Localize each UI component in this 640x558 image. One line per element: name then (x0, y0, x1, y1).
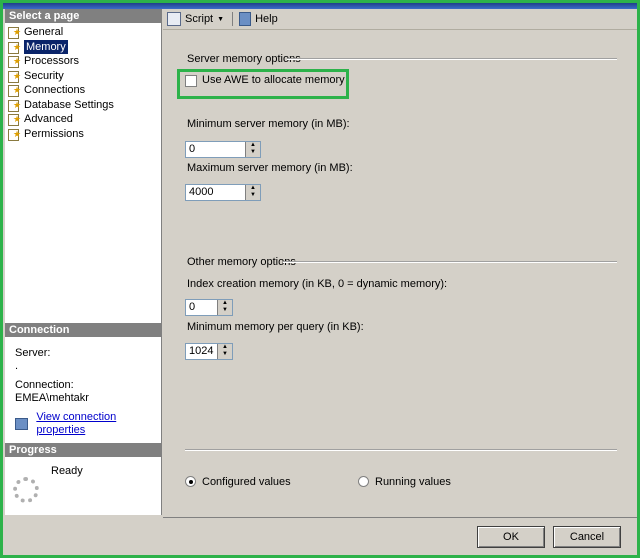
query-memory-spinner[interactable]: 1024 ▲ ▼ (185, 343, 233, 360)
spin-down-icon[interactable]: ▼ (246, 149, 260, 156)
page-icon: ★ (7, 113, 21, 127)
page-item-advanced[interactable]: ★ Advanced (7, 112, 161, 127)
index-memory-spinner[interactable]: 0 ▲ ▼ (185, 299, 233, 316)
spin-down-icon[interactable]: ▼ (218, 351, 232, 358)
index-memory-label: Index creation memory (in KB, 0 = dynami… (187, 278, 448, 290)
progress-header: Progress (5, 443, 161, 457)
page-item-security[interactable]: ★ Security (7, 69, 161, 84)
server-label: Server: (15, 347, 51, 359)
min-memory-label: Minimum server memory (in MB): (187, 118, 350, 130)
spin-up-icon[interactable]: ▲ (246, 142, 260, 149)
help-icon (239, 12, 252, 26)
server-memory-group-label: Server memory options (187, 53, 301, 65)
max-memory-label: Maximum server memory (in MB): (187, 162, 353, 174)
properties-icon (15, 418, 29, 430)
group-divider (283, 261, 617, 263)
connection-value: EMEA\mehtakr (15, 392, 89, 404)
spin-down-icon[interactable]: ▼ (246, 192, 260, 199)
running-values-radio[interactable] (358, 476, 369, 487)
chevron-down-icon: ▼ (217, 15, 225, 23)
page-item-processors[interactable]: ★ Processors (7, 54, 161, 69)
query-memory-label: Minimum memory per query (in KB): (187, 321, 364, 333)
page-list: ★ General ★ Memory ★ Processors ★ Security ★… (5, 23, 161, 141)
spin-up-icon[interactable]: ▲ (246, 185, 260, 192)
spin-down-icon[interactable]: ▼ (218, 307, 232, 314)
help-button[interactable]: Help (239, 12, 278, 26)
page-item-general[interactable]: ★ General (7, 25, 161, 40)
running-values-label: Running values (375, 476, 451, 488)
left-panel: Select a page ★ General ★ Memory ★ Processo… (5, 9, 162, 515)
script-button[interactable]: Script ▼ (167, 12, 224, 26)
toolbar: Script ▼ Help (163, 9, 637, 30)
connection-header: Connection (5, 323, 161, 337)
values-divider (185, 449, 617, 451)
page-item-memory[interactable]: ★ Memory (7, 39, 161, 55)
spin-up-icon[interactable]: ▲ (218, 300, 232, 307)
connection-label: Connection: (15, 379, 74, 391)
max-memory-spinner[interactable]: 4000 ▲ ▼ (185, 184, 261, 201)
page-icon: ★ (7, 70, 21, 83)
progress-panel: Progress Ready (5, 443, 161, 477)
script-icon (167, 12, 181, 26)
view-connection-properties[interactable]: View connection properties (5, 411, 161, 437)
page-item-permissions[interactable]: ★ Permissions (7, 127, 161, 142)
dialog-footer: OK Cancel (163, 517, 637, 555)
configured-values-radio[interactable] (185, 476, 196, 487)
page-icon: ★ (7, 84, 21, 98)
ok-button[interactable]: OK (477, 526, 545, 548)
view-connection-properties-link[interactable]: View connection properties (36, 411, 161, 437)
spin-up-icon[interactable]: ▲ (218, 344, 232, 351)
min-memory-spinner[interactable]: 0 ▲ ▼ (185, 141, 261, 158)
other-memory-group-label: Other memory options (187, 256, 296, 268)
cancel-button[interactable]: Cancel (553, 526, 621, 548)
page-icon: ★ (7, 26, 21, 40)
connection-panel: Connection Server: . Connection: EMEA\me… (5, 323, 161, 437)
select-page-header: Select a page (5, 9, 161, 23)
page-item-connections[interactable]: ★ Connections (7, 83, 161, 98)
server-properties-window: Select a page ★ General ★ Memory ★ Processo… (0, 0, 640, 558)
page-item-database-settings[interactable]: ★ Database Settings (7, 98, 161, 113)
awe-highlight-box (177, 69, 349, 99)
page-icon: ★ (7, 128, 21, 141)
page-icon: ★ (7, 55, 21, 69)
group-divider (287, 58, 617, 60)
page-icon: ★ (7, 99, 21, 112)
progress-spinner-icon (13, 477, 39, 503)
server-value: . (15, 360, 19, 372)
configured-values-label: Configured values (202, 476, 291, 488)
page-icon: ★ (7, 41, 21, 54)
progress-status: Ready (51, 465, 83, 477)
